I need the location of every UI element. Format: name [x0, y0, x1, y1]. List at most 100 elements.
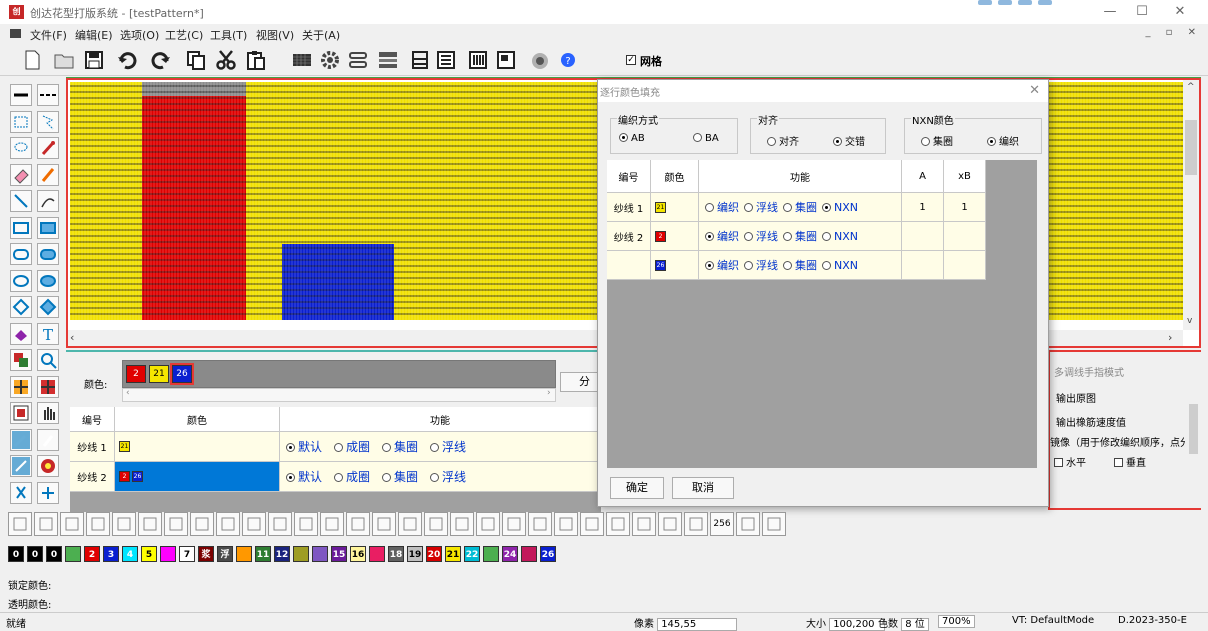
palette-color-swatch[interactable]: 21 [445, 546, 461, 562]
redo-icon[interactable] [148, 48, 172, 72]
palette-color-swatch[interactable]: 13 [293, 546, 309, 562]
vertical-line-tool-icon[interactable] [346, 512, 370, 536]
rect-outline-tool-icon[interactable] [502, 512, 526, 536]
palette-color-swatch[interactable]: 2 [84, 546, 100, 562]
diamond-icon[interactable] [10, 296, 32, 318]
plus-tool-icon[interactable] [606, 512, 630, 536]
yarn-row-color-cell[interactable]: 21 [115, 432, 280, 462]
dialog-row-a-cell[interactable] [902, 222, 944, 251]
dialog-row-a-cell[interactable]: 1 [902, 193, 944, 222]
palette-color-swatch[interactable]: 26 [540, 546, 556, 562]
output-original-option[interactable]: 输出原图 [1056, 390, 1096, 405]
mirror-horizontal-checkbox[interactable]: 水平 [1054, 454, 1086, 469]
yarn-function-radio[interactable]: 默认 [286, 468, 322, 485]
palette-color-swatch[interactable]: 4 [122, 546, 138, 562]
dialog-row-color-cell[interactable]: 21 [651, 193, 699, 222]
outline-rect-4-tool-icon[interactable] [86, 512, 110, 536]
count-tool-icon[interactable]: 256 [710, 512, 734, 536]
ok-button[interactable]: 确定 [610, 477, 664, 499]
repeat-tool-icon[interactable] [164, 512, 188, 536]
yarn-function-radio[interactable]: 默认 [286, 438, 322, 455]
menu-item[interactable]: 选项(O) [120, 27, 159, 43]
diamond-2-tool-icon[interactable] [398, 512, 422, 536]
yarn-row-color-cell[interactable]: 2 26 [115, 462, 280, 492]
dialog-function-radio[interactable]: NXN [822, 230, 858, 243]
palette-color-swatch[interactable]: 3 [103, 546, 119, 562]
palette-color-swatch[interactable]: 浮 [217, 546, 233, 562]
machine-icon[interactable] [408, 48, 432, 72]
preview-eye-icon[interactable] [528, 48, 552, 72]
palette-color-swatch[interactable]: 18 [388, 546, 404, 562]
cross-tool-icon[interactable] [554, 512, 578, 536]
diamond-tool-icon[interactable] [372, 512, 396, 536]
magic-wand-2-icon[interactable] [37, 428, 59, 451]
split-icon[interactable] [37, 481, 59, 504]
dialog-row-xb-cell[interactable]: 1 [944, 193, 986, 222]
open-folder-icon[interactable] [52, 48, 76, 72]
lasso-icon[interactable] [10, 137, 32, 159]
mirror-tool-icon[interactable] [190, 512, 214, 536]
column-tool-icon[interactable] [294, 512, 318, 536]
palette-color-swatch[interactable]: 6 [160, 546, 176, 562]
lower-color-chip[interactable]: 2 [126, 365, 146, 383]
lasso-select-icon[interactable] [37, 110, 59, 133]
pattern-brush-2-icon[interactable] [37, 375, 59, 398]
pattern-brush-icon[interactable] [10, 375, 32, 398]
block-tool-icon[interactable] [424, 512, 448, 536]
canvas-vertical-scroll-thumb[interactable] [1185, 120, 1197, 175]
yarn-function-radio[interactable]: 成圈 [334, 468, 370, 485]
nxn-tuck-radio[interactable]: 集圈 [921, 133, 953, 148]
dialog-function-radio[interactable]: 浮线 [744, 257, 778, 273]
dialog-row-xb-cell[interactable] [944, 251, 986, 280]
nxn-knit-radio[interactable]: 编织 [987, 133, 1019, 148]
filled-diamond-icon[interactable] [37, 296, 59, 318]
color-swap-icon[interactable] [10, 349, 32, 371]
palette-color-swatch[interactable]: 0 [27, 546, 43, 562]
palette-color-swatch[interactable]: 5 [141, 546, 157, 562]
stitch-tool-icon[interactable] [216, 512, 240, 536]
mdi-doc-icon[interactable] [10, 29, 21, 38]
outline-rect-3-tool-icon[interactable] [60, 512, 84, 536]
palette-color-swatch[interactable]: 11 [255, 546, 271, 562]
help-icon[interactable]: ? [556, 48, 580, 72]
align-align-radio[interactable]: 对齐 [767, 133, 799, 148]
ball-icon[interactable] [37, 455, 59, 477]
undo-icon[interactable] [116, 48, 140, 72]
cut-icon[interactable] [214, 48, 238, 72]
yarn-function-radio[interactable]: 浮线 [430, 438, 466, 455]
yarn-link-icon[interactable] [346, 48, 370, 72]
cancel-button[interactable]: 取消 [672, 477, 734, 499]
canvas-vertical-scrollbar[interactable]: ^ v [1183, 80, 1199, 330]
menu-item[interactable]: 关于(A) [302, 27, 340, 43]
split-tool-icon[interactable] [138, 512, 162, 536]
grid-tool-icon[interactable] [528, 512, 552, 536]
palette-color-swatch[interactable]: 20 [426, 546, 442, 562]
menu-item[interactable]: 视图(V) [256, 27, 294, 43]
dialog-function-radio[interactable]: 编织 [705, 257, 739, 273]
new-file-icon[interactable] [20, 48, 44, 72]
save-icon[interactable] [82, 48, 106, 72]
chip-strip-scrollbar[interactable]: ‹ › [122, 388, 556, 402]
dash-line-icon[interactable] [37, 84, 59, 106]
multi-yarn-option[interactable]: 多调线手指模式 [1054, 364, 1124, 379]
magic-wand-icon[interactable] [10, 428, 32, 451]
palette-color-swatch[interactable]: 12 [274, 546, 290, 562]
eraser-icon[interactable] [10, 163, 32, 186]
palette-color-swatch[interactable]: 14 [312, 546, 328, 562]
dialog-row-a-cell[interactable] [902, 251, 944, 280]
rectangle-icon[interactable] [10, 216, 32, 239]
palette-color-swatch[interactable]: 23 [483, 546, 499, 562]
lower-color-chip[interactable]: 26 [170, 363, 194, 385]
list-icon[interactable] [434, 48, 458, 72]
dots-tool-icon[interactable] [320, 512, 344, 536]
palette-color-swatch[interactable]: 17 [369, 546, 385, 562]
yarn-function-radio[interactable]: 成圈 [334, 438, 370, 455]
mdi-controls[interactable]: _ ▫ ✕ [1145, 27, 1202, 38]
dialog-function-radio[interactable]: NXN [822, 259, 858, 272]
knit-mode-ab-radio[interactable]: AB [619, 133, 645, 144]
hand-icon[interactable] [37, 402, 59, 424]
palette-color-swatch[interactable]: 0 [46, 546, 62, 562]
palette-color-swatch[interactable]: 0 [8, 546, 24, 562]
diagonal-line-icon[interactable] [10, 190, 32, 212]
scissors-icon[interactable] [10, 481, 32, 504]
